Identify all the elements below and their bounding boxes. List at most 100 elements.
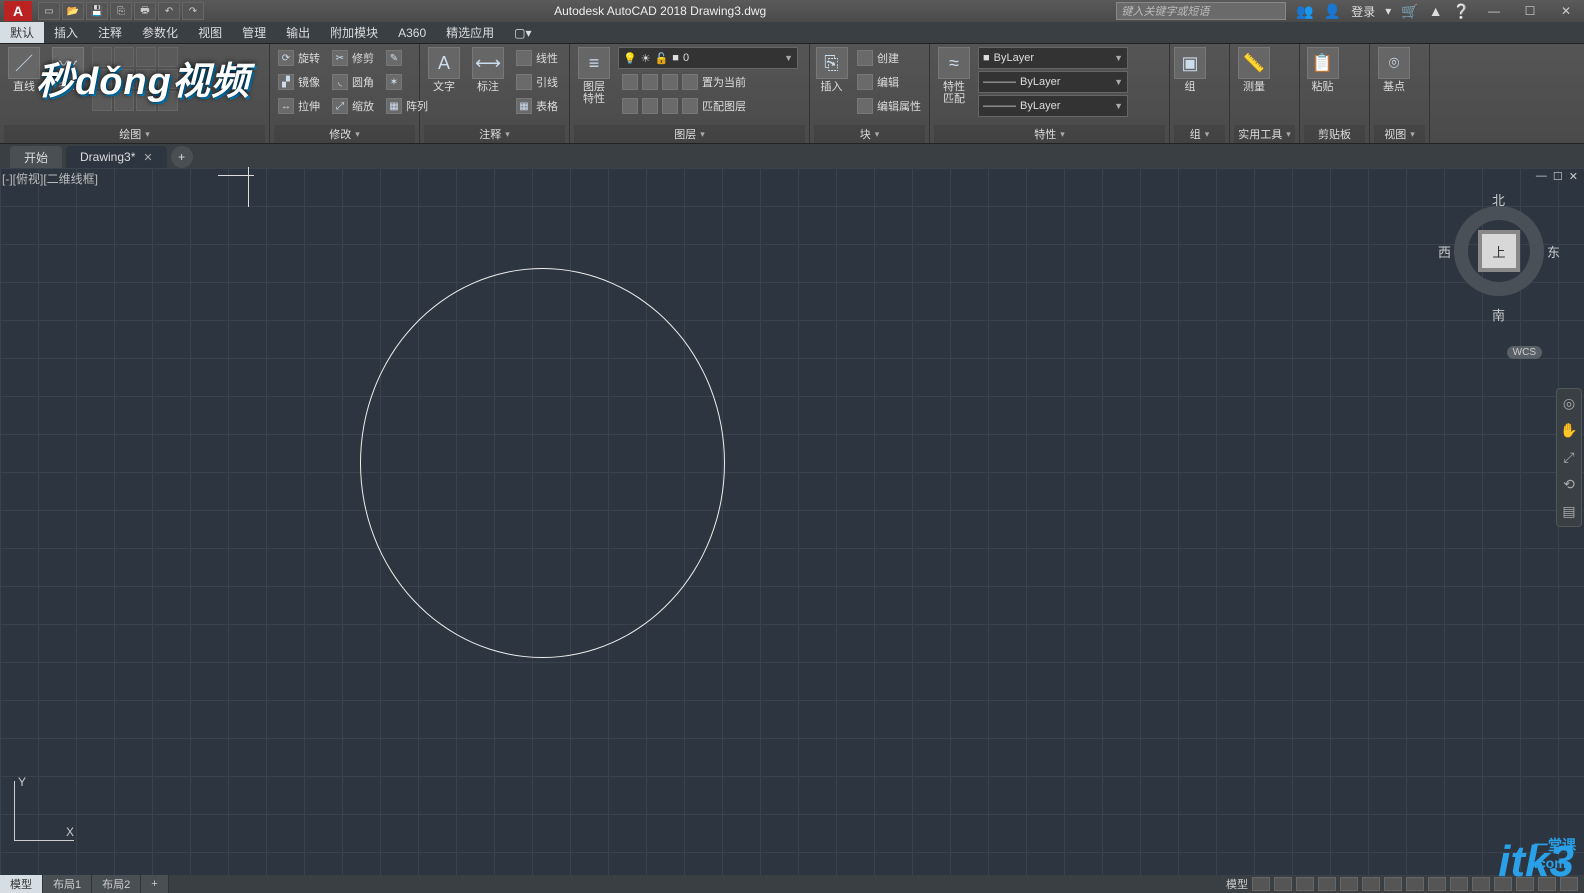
viewcube-north[interactable]: 北	[1492, 190, 1505, 209]
tab-featured[interactable]: 精选应用	[436, 22, 504, 43]
panel-utilities-footer[interactable]: 实用工具	[1234, 125, 1295, 143]
viewcube[interactable]: 上 北 南 东 西	[1444, 196, 1554, 306]
panel-layer-footer[interactable]: 图层	[574, 125, 805, 143]
drawing-canvas[interactable]: [-][俯视][二维线框] — ☐ ✕ Y X 上 北 南 东 西 WCS ◎ …	[0, 168, 1584, 875]
vp-min-icon[interactable]: —	[1536, 170, 1547, 183]
create-block-button[interactable]: 创建	[853, 47, 925, 69]
group-button[interactable]: ▣组	[1174, 47, 1206, 93]
open-icon[interactable]: 📂	[62, 2, 84, 20]
add-layout-button[interactable]: +	[141, 875, 168, 893]
grid-toggle-icon[interactable]	[1252, 877, 1270, 891]
nav-wheel-icon[interactable]: ◎	[1563, 395, 1575, 412]
panel-block-footer[interactable]: 块	[814, 125, 925, 143]
linetype-dropdown[interactable]: ———ByLayer▼	[978, 95, 1128, 117]
new-icon[interactable]: ▭	[38, 2, 60, 20]
edit-block-button[interactable]: 编辑	[853, 71, 925, 93]
login-label[interactable]: 登录	[1351, 3, 1375, 20]
start-tab[interactable]: 开始	[10, 146, 62, 168]
redo-icon[interactable]: ↷	[182, 2, 204, 20]
viewcube-east[interactable]: 东	[1547, 242, 1560, 261]
copy-icon[interactable]	[1345, 69, 1365, 89]
polar-toggle-icon[interactable]	[1318, 877, 1336, 891]
tab-overflow-icon[interactable]: ▢▾	[504, 22, 541, 43]
viewport-label[interactable]: [-][俯视][二维线框]	[2, 170, 98, 187]
lineweight-dropdown[interactable]: ———ByLayer▼	[978, 71, 1128, 93]
workspace-icon[interactable]	[1472, 877, 1490, 891]
save-icon[interactable]: 💾	[86, 2, 108, 20]
new-tab-button[interactable]: +	[171, 146, 193, 168]
layer-dropdown[interactable]: 💡☀🔓■0 ▼	[618, 47, 798, 69]
edit-attr-button[interactable]: 编辑属性	[853, 95, 925, 117]
leader-button[interactable]: 引线	[512, 71, 562, 93]
close-tab-icon[interactable]: ✕	[143, 151, 152, 164]
make-current-button[interactable]: 置为当前	[618, 71, 805, 93]
mirror-button[interactable]: ▞镜像	[274, 71, 324, 93]
cycling-icon[interactable]	[1428, 877, 1446, 891]
nav-zoom-icon[interactable]: ⤢	[1563, 449, 1574, 466]
trim-button[interactable]: ✂修剪	[328, 47, 378, 69]
model-tab[interactable]: 模型	[0, 875, 43, 893]
undo-icon[interactable]: ↶	[158, 2, 180, 20]
lwt-toggle-icon[interactable]	[1384, 877, 1402, 891]
panel-clipboard-footer[interactable]: 剪贴板	[1304, 125, 1365, 143]
nav-pan-icon[interactable]: ✋	[1560, 422, 1577, 439]
basepoint-button[interactable]: ⌾基点	[1374, 47, 1414, 93]
color-dropdown[interactable]: ■ByLayer▼	[978, 47, 1128, 69]
minimize-button[interactable]: —	[1476, 0, 1512, 22]
maximize-button[interactable]: ☐	[1512, 0, 1548, 22]
stretch-button[interactable]: ↔拉伸	[274, 95, 324, 117]
paste-button[interactable]: 📋粘贴	[1304, 47, 1341, 93]
measure-button[interactable]: 📏测量	[1234, 47, 1274, 93]
match-layer-button[interactable]: 匹配图层	[618, 95, 805, 117]
close-button[interactable]: ✕	[1548, 0, 1584, 22]
cut-icon[interactable]	[1345, 47, 1365, 67]
viewcube-west[interactable]: 西	[1438, 242, 1451, 261]
tab-addins[interactable]: 附加模块	[320, 22, 388, 43]
signin-icon[interactable]: 👥	[1296, 3, 1313, 20]
tab-default[interactable]: 默认	[0, 22, 44, 43]
user-icon[interactable]: 👤	[1324, 3, 1341, 20]
tab-manage[interactable]: 管理	[232, 22, 276, 43]
rotate-button[interactable]: ⟳旋转	[274, 47, 324, 69]
group-sub1-icon[interactable]	[1210, 47, 1230, 67]
transparency-icon[interactable]	[1406, 877, 1424, 891]
panel-annotation-footer[interactable]: 注释	[424, 125, 565, 143]
vp-max-icon[interactable]: ☐	[1553, 170, 1563, 183]
panel-properties-footer[interactable]: 特性	[934, 125, 1165, 143]
nav-showmotion-icon[interactable]: ▤	[1562, 503, 1575, 520]
status-model-label[interactable]: 模型	[1226, 876, 1248, 892]
drawing-tab[interactable]: Drawing3*✕	[66, 146, 167, 168]
table-button[interactable]: ▦表格	[512, 95, 562, 117]
login-arrow-icon[interactable]: ▾	[1385, 4, 1391, 18]
fillet-button[interactable]: ◟圆角	[328, 71, 378, 93]
a360-icon[interactable]: ▲	[1429, 3, 1443, 19]
text-button[interactable]: A文字	[424, 47, 464, 93]
tab-a360[interactable]: A360	[388, 22, 436, 43]
viewcube-top[interactable]: 上	[1482, 234, 1516, 268]
tab-view[interactable]: 视图	[188, 22, 232, 43]
layout1-tab[interactable]: 布局1	[43, 875, 92, 893]
panel-view-footer[interactable]: 视图	[1374, 125, 1425, 143]
panel-group-footer[interactable]: 组	[1174, 125, 1225, 143]
group-sub2-icon[interactable]	[1210, 69, 1230, 89]
app-logo[interactable]: A	[4, 1, 32, 21]
vp-close-icon[interactable]: ✕	[1569, 170, 1578, 183]
ortho-toggle-icon[interactable]	[1296, 877, 1314, 891]
panel-modify-footer[interactable]: 修改	[274, 125, 415, 143]
wcs-badge[interactable]: WCS	[1507, 346, 1542, 359]
tab-output[interactable]: 输出	[276, 22, 320, 43]
panel-draw-footer[interactable]: 绘图	[4, 125, 265, 143]
tab-parametric[interactable]: 参数化	[132, 22, 188, 43]
saveas-icon[interactable]: ⎘	[110, 2, 132, 20]
snap-toggle-icon[interactable]	[1274, 877, 1292, 891]
help-icon[interactable]: ❔	[1453, 3, 1470, 20]
viewcube-south[interactable]: 南	[1492, 305, 1505, 324]
layout2-tab[interactable]: 布局2	[92, 875, 141, 893]
linear-button[interactable]: 线性	[512, 47, 562, 69]
otrack-toggle-icon[interactable]	[1362, 877, 1380, 891]
tab-insert[interactable]: 插入	[44, 22, 88, 43]
match-props-button[interactable]: ≈特性 匹配	[934, 47, 974, 105]
exchange-icon[interactable]: 🛒	[1401, 3, 1418, 20]
annoscale-icon[interactable]	[1450, 877, 1468, 891]
nav-orbit-icon[interactable]: ⟲	[1563, 476, 1575, 493]
